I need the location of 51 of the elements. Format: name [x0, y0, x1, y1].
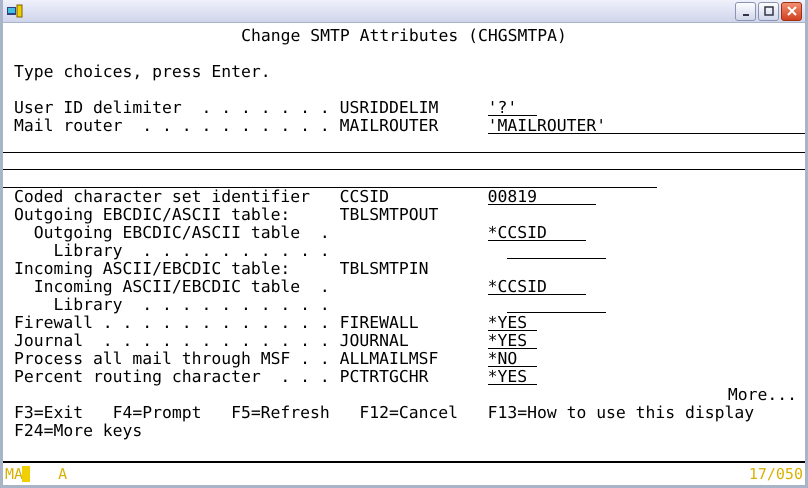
parameter-keyword: JOURNAL [340, 331, 409, 350]
parameter-keyword: PCTRTGCHR [340, 367, 428, 386]
field-label: Incoming ASCII/EBCDIC table: [14, 259, 290, 278]
input-field[interactable]: *NO [488, 350, 537, 367]
screen-title: Change SMTP Attributes (CHGSMTPA) [241, 27, 567, 45]
function-key[interactable]: F12=Cancel [359, 404, 458, 422]
mode-indicator: MA [5, 465, 24, 483]
function-key[interactable]: F5=Refresh [231, 404, 330, 422]
parameter-keyword: TBLSMTPOUT [340, 205, 438, 224]
field-label: Library . . . . . . . . . . [53, 295, 330, 314]
field-label: Mail router . . . . . . . . . . [14, 116, 330, 135]
terminal-icon [7, 4, 23, 18]
input-field[interactable]: *YES [488, 314, 537, 331]
function-key[interactable]: F13=How to use this display [488, 404, 754, 422]
input-field[interactable]: *YES [488, 368, 537, 385]
input-field[interactable]: *CCSID [488, 278, 586, 295]
parameter-keyword: FIREWALL [340, 313, 419, 332]
status-indicator: A [58, 465, 68, 483]
field-label: Percent routing character . . . [14, 367, 330, 386]
field-label: Incoming ASCII/EBCDIC table . [34, 277, 330, 296]
cursor-position: 17/050 [748, 465, 803, 483]
field-label: Outgoing EBCDIC/ASCII table . [34, 223, 330, 242]
function-key[interactable]: F3=Exit [14, 404, 84, 422]
input-field[interactable]: '?' [488, 99, 537, 116]
more-indicator: More... [728, 386, 797, 404]
parameter-keyword: MAILROUTER [340, 116, 438, 135]
parameter-keyword: ALLMAILMSF [340, 349, 438, 368]
function-key[interactable]: F4=Prompt [112, 404, 202, 422]
input-field[interactable]: 'MAILROUTER' [488, 117, 805, 134]
parameter-keyword: USRIDDELIM [340, 98, 438, 117]
function-key[interactable]: F24=More keys [14, 422, 142, 440]
field-label: Coded character set identifier [14, 187, 310, 206]
minimize-icon [742, 14, 748, 16]
instruction-text: Type choices, press Enter. [14, 63, 271, 81]
close-button[interactable] [781, 2, 802, 20]
field-label: Outgoing EBCDIC/ASCII table: [14, 205, 290, 224]
field-label: User ID delimiter . . . . . . . [14, 98, 330, 117]
input-field[interactable]: *CCSID [488, 224, 586, 241]
field-label: Journal . . . . . . . . . . . . [14, 331, 330, 350]
maximize-button[interactable] [758, 2, 779, 20]
cursor [22, 466, 30, 482]
minimize-button[interactable] [735, 2, 756, 20]
close-icon [786, 6, 796, 16]
field-label: Library . . . . . . . . . . [53, 241, 330, 260]
maximize-icon [764, 6, 774, 16]
input-field[interactable]: *YES [488, 332, 537, 349]
parameter-keyword: TBLSMTPIN [340, 259, 428, 278]
field-label: Process all mail through MSF . . [14, 349, 330, 368]
field-label: Firewall . . . . . . . . . . . . [14, 313, 330, 332]
parameter-keyword: CCSID [340, 187, 389, 206]
input-field[interactable]: 00819 [488, 188, 596, 205]
